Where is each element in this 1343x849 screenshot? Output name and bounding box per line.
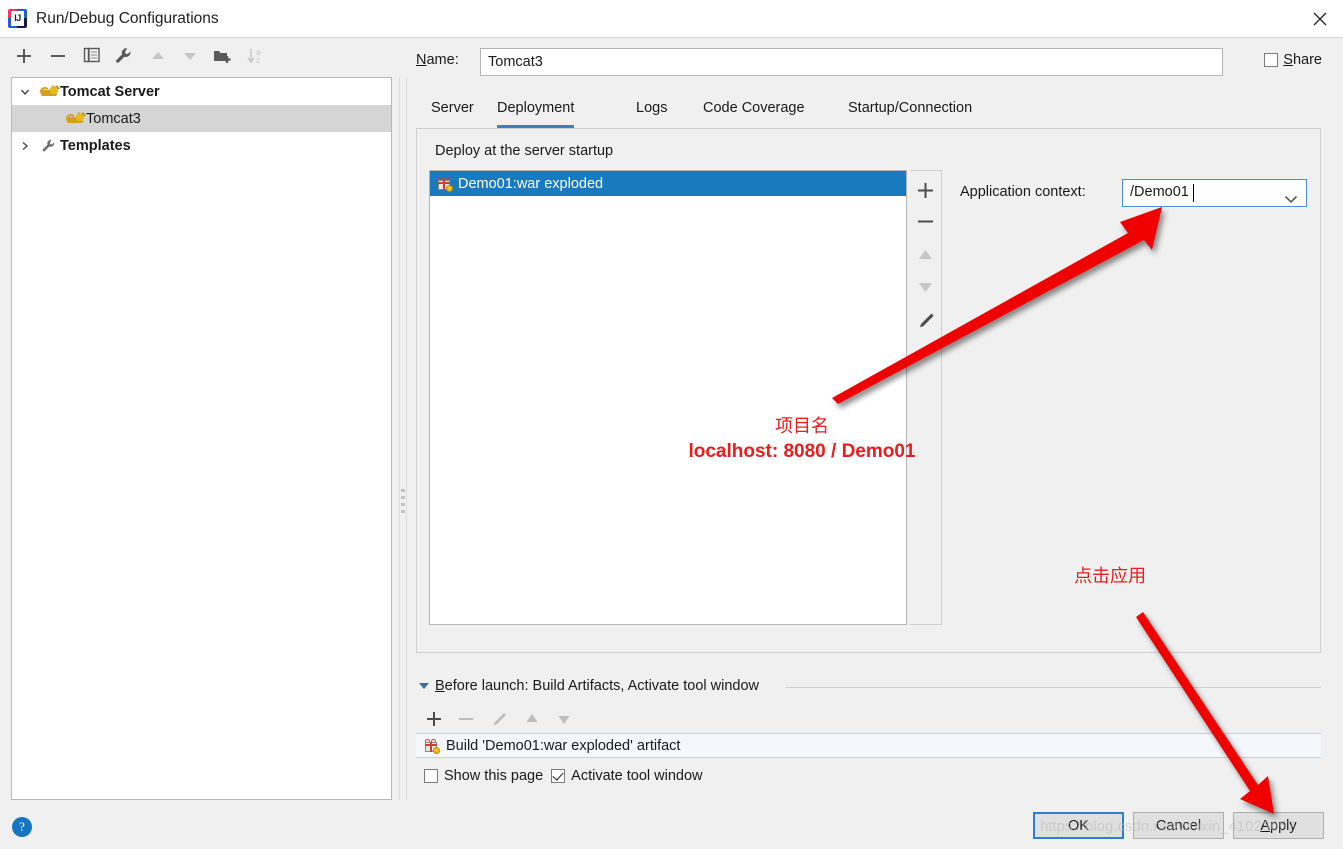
activate-tool-window-label: Activate tool window	[571, 768, 703, 784]
before-launch-checkboxes: Show this page Activate tool window	[424, 768, 703, 784]
checkbox-box[interactable]	[424, 769, 438, 783]
application-context-combobox[interactable]: /Demo01	[1122, 179, 1307, 207]
before-launch-header[interactable]: Before launch: Build Artifacts, Activate…	[419, 678, 759, 694]
triangle-down-icon[interactable]	[419, 683, 429, 689]
chevron-down-icon[interactable]	[12, 86, 38, 98]
apply-button[interactable]: Apply	[1233, 812, 1324, 839]
share-label: Share	[1283, 52, 1322, 68]
artifact-icon	[424, 738, 440, 754]
configurations-tree[interactable]: Tomcat Server Tomcat3 Templates	[11, 77, 392, 800]
tree-item-label: Tomcat3	[86, 110, 141, 127]
move-artifact-up-button[interactable]	[910, 240, 941, 271]
before-launch-toolbar	[420, 705, 720, 733]
tomcat-icon	[64, 111, 86, 126]
move-artifact-down-button[interactable]	[910, 271, 941, 302]
remove-task-button[interactable]	[452, 705, 480, 733]
splitter-handle-dots	[401, 489, 406, 517]
show-this-page-label: Show this page	[444, 768, 544, 784]
pencil-icon[interactable]	[485, 705, 513, 733]
task-label: Build 'Demo01:war exploded' artifact	[446, 737, 681, 754]
add-task-button[interactable]	[420, 705, 448, 733]
before-launch-separator	[786, 687, 1321, 688]
tree-item-label: Tomcat Server	[60, 83, 160, 100]
checkbox-box[interactable]	[551, 769, 566, 783]
svg-text:z: z	[256, 56, 260, 65]
tomcat-icon	[38, 84, 60, 99]
deploy-group-label: Deploy at the server startup	[429, 143, 620, 159]
text-caret	[1193, 184, 1194, 202]
ok-button[interactable]: OK	[1033, 812, 1124, 839]
name-row: Name: Share	[416, 48, 1322, 76]
intellij-idea-icon: IJ	[8, 9, 27, 28]
annotation-line-2: localhost: 8080 / Demo01	[688, 441, 916, 462]
panel-splitter[interactable]	[398, 77, 408, 800]
task-move-down-button[interactable]	[550, 705, 578, 733]
application-context-label: Application context:	[960, 184, 1086, 200]
folder-add-icon[interactable]	[212, 46, 236, 68]
remove-artifact-button[interactable]	[910, 206, 941, 237]
share-checkbox-box[interactable]	[1264, 53, 1279, 67]
artifact-icon	[437, 176, 453, 192]
page-title: Run/Debug Configurations	[36, 10, 219, 27]
show-this-page-checkbox[interactable]: Show this page	[424, 768, 543, 784]
run-debug-configurations-dialog: IJ Run/Debug Configurations a z Tomcat S…	[0, 0, 1343, 849]
config-tabs: Server Deployment Logs Code Coverage Sta…	[416, 92, 1321, 128]
tree-item-templates[interactable]: Templates	[12, 132, 391, 159]
application-context-value: /Demo01	[1130, 184, 1189, 200]
remove-configuration-button[interactable]	[48, 46, 72, 68]
sort-az-icon[interactable]: a z	[246, 46, 270, 68]
arrow-down-icon[interactable]	[180, 46, 204, 68]
wrench-icon	[38, 138, 60, 154]
help-icon[interactable]: ?	[12, 817, 32, 837]
tree-item-tomcat3[interactable]: Tomcat3	[12, 105, 391, 132]
chevron-right-icon[interactable]	[12, 140, 38, 152]
list-item[interactable]: Demo01:war exploded	[430, 171, 906, 196]
task-move-up-button[interactable]	[518, 705, 546, 733]
chevron-down-icon[interactable]	[1284, 191, 1298, 207]
pencil-icon[interactable]	[910, 305, 941, 336]
activate-tool-window-checkbox[interactable]: Activate tool window	[551, 768, 703, 784]
copy-icon[interactable]	[82, 46, 106, 68]
before-launch-label: Before launch: Build Artifacts, Activate…	[435, 678, 760, 694]
tab-code-coverage[interactable]: Code Coverage	[703, 92, 805, 128]
artifact-label: Demo01:war exploded	[458, 175, 604, 192]
share-checkbox[interactable]: Share	[1264, 52, 1322, 68]
close-icon[interactable]	[1297, 0, 1343, 37]
before-launch-task-row[interactable]: Build 'Demo01:war exploded' artifact	[416, 733, 1321, 758]
configurations-toolbar: a z	[0, 38, 402, 76]
artifacts-list[interactable]: Demo01:war exploded	[429, 170, 907, 625]
add-configuration-button[interactable]	[14, 46, 38, 68]
name-label: Name:	[416, 52, 459, 68]
name-input[interactable]	[480, 48, 1223, 76]
tab-deployment[interactable]: Deployment	[497, 92, 575, 128]
click-apply-annotation: 点击应用	[1074, 566, 1146, 587]
artifacts-list-toolbar	[910, 170, 942, 625]
annotation-line-1: 项目名	[775, 416, 829, 437]
tab-server[interactable]: Server	[431, 92, 474, 128]
tab-logs[interactable]: Logs	[636, 92, 667, 128]
title-bar: IJ Run/Debug Configurations	[0, 0, 1343, 38]
tab-startup-connection[interactable]: Startup/Connection	[848, 92, 972, 128]
wrench-icon[interactable]	[114, 46, 138, 68]
tree-item-tomcat-server[interactable]: Tomcat Server	[12, 78, 391, 105]
project-name-annotation: 项目名 localhost: 8080 / Demo01	[677, 415, 927, 465]
cancel-button[interactable]: Cancel	[1133, 812, 1224, 839]
tree-item-label: Templates	[60, 137, 131, 154]
arrow-up-icon[interactable]	[148, 46, 172, 68]
add-artifact-button[interactable]	[910, 175, 941, 206]
